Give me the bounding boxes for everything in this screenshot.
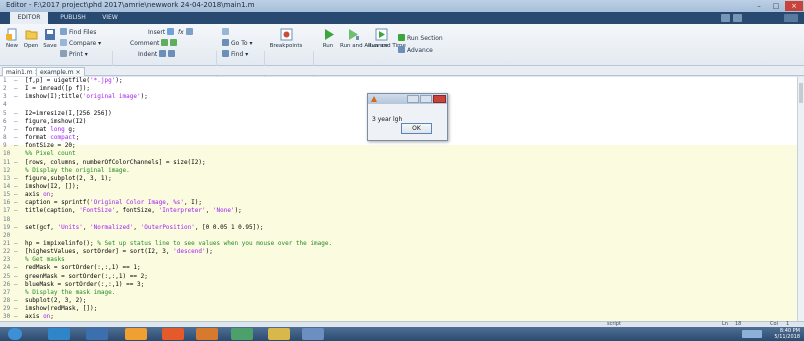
find-files-icon bbox=[60, 28, 67, 35]
system-tray-icons[interactable] bbox=[742, 330, 762, 338]
paint-icon[interactable] bbox=[302, 328, 324, 340]
file-explorer-icon[interactable] bbox=[268, 328, 290, 340]
back-forward-button[interactable] bbox=[222, 28, 231, 36]
new-file-icon bbox=[6, 28, 17, 41]
toolstrip: New Open Save Find Files Compare ▾ Print… bbox=[0, 24, 804, 88]
editor-tab-bar: main1.m × example.m × bbox=[0, 66, 804, 76]
clock-date: 5/11/2018 bbox=[774, 334, 800, 340]
insert-function-button[interactable]: fx bbox=[178, 28, 195, 36]
goto-button[interactable]: Go To ▾ bbox=[222, 39, 252, 47]
line-number: 30 bbox=[3, 313, 11, 321]
insert-icon bbox=[167, 28, 175, 35]
print-icon bbox=[60, 50, 67, 57]
tab-publish[interactable]: PUBLISH bbox=[54, 12, 92, 24]
insert-button[interactable]: Insert bbox=[148, 28, 176, 36]
quick-access-cut-icon[interactable] bbox=[733, 14, 742, 22]
chrome-icon[interactable] bbox=[125, 328, 147, 340]
dialog-close-icon[interactable] bbox=[433, 95, 446, 103]
firefox-icon[interactable] bbox=[162, 328, 184, 340]
code-text: axis on; bbox=[25, 313, 54, 321]
run-button[interactable]: Run bbox=[320, 28, 336, 49]
breakpoints-button[interactable]: Breakpoints bbox=[268, 28, 304, 49]
find-files-button[interactable]: Find Files bbox=[60, 28, 96, 36]
minimize-icon[interactable]: – bbox=[751, 1, 767, 11]
close-icon[interactable]: × bbox=[785, 1, 803, 11]
matlab-taskbar-icon[interactable] bbox=[196, 328, 218, 340]
editor-vertical-scrollbar[interactable] bbox=[797, 77, 804, 321]
spreadsheet-icon[interactable] bbox=[231, 328, 253, 340]
dialog-minimize-icon[interactable] bbox=[407, 95, 419, 103]
comment-button[interactable]: Comment bbox=[130, 39, 179, 47]
dialog-maximize-icon[interactable] bbox=[420, 95, 432, 103]
taskbar-clock[interactable]: 8:40 PM 5/11/2018 bbox=[774, 328, 800, 340]
indent-button[interactable]: Indent bbox=[138, 50, 177, 58]
fx-icon bbox=[185, 28, 193, 35]
compare-button[interactable]: Compare ▾ bbox=[60, 39, 101, 47]
compare-icon bbox=[60, 39, 67, 46]
help-icon[interactable] bbox=[784, 14, 798, 22]
uncomment-icon bbox=[170, 39, 178, 46]
maximize-icon[interactable]: □ bbox=[768, 1, 784, 11]
close-tab-icon[interactable]: × bbox=[76, 69, 81, 76]
window-title: Editor - F:\2017 project\phd 2017\amrie\… bbox=[6, 1, 255, 9]
find-button[interactable]: Find ▾ bbox=[222, 50, 248, 58]
scrollbar-thumb[interactable] bbox=[799, 83, 803, 103]
find-icon bbox=[222, 50, 229, 57]
back-arrow-icon bbox=[222, 28, 229, 35]
matlab-editor-window: Editor - F:\2017 project\phd 2017\amrie\… bbox=[0, 0, 804, 341]
windows-taskbar: 8:40 PM 5/11/2018 bbox=[0, 327, 804, 341]
dialog-message: 3 year lgh bbox=[372, 116, 403, 123]
comment-percent-icon bbox=[161, 39, 169, 46]
message-dialog: 3 year lgh OK bbox=[367, 93, 448, 141]
quick-access-save-icon[interactable] bbox=[721, 14, 730, 22]
run-advance-icon bbox=[348, 29, 359, 40]
matlab-logo-icon bbox=[371, 96, 377, 102]
advance-icon bbox=[398, 46, 405, 53]
window-title-bar: Editor - F:\2017 project\phd 2017\amrie\… bbox=[0, 0, 804, 12]
run-play-icon bbox=[324, 29, 334, 40]
tab-editor[interactable]: EDITOR bbox=[10, 12, 48, 24]
run-and-time-button[interactable]: Run and Time bbox=[368, 28, 406, 49]
ok-button[interactable]: OK bbox=[401, 123, 432, 134]
tab-view[interactable]: VIEW bbox=[95, 12, 125, 24]
folder-icon bbox=[25, 30, 37, 40]
new-button[interactable]: New bbox=[3, 28, 21, 49]
breakpoints-icon bbox=[280, 28, 292, 41]
goto-icon bbox=[222, 39, 229, 46]
breakpoint-marker[interactable]: – bbox=[14, 313, 18, 321]
outdent-icon bbox=[168, 50, 176, 57]
print-button[interactable]: Print ▾ bbox=[60, 50, 88, 58]
open-button[interactable]: Open bbox=[22, 28, 40, 49]
ribbon-tab-strip: EDITOR PUBLISH VIEW bbox=[0, 12, 804, 24]
media-player-icon[interactable] bbox=[86, 328, 108, 340]
save-button[interactable]: Save bbox=[41, 28, 59, 49]
save-disk-icon bbox=[45, 29, 55, 40]
run-section-button[interactable]: Run Section bbox=[398, 34, 443, 42]
advance-button[interactable]: Advance bbox=[398, 46, 433, 54]
run-and-advance-button[interactable]: Run and Advance bbox=[340, 28, 388, 49]
start-button-icon[interactable] bbox=[8, 328, 22, 340]
dialog-title-bar bbox=[368, 94, 447, 104]
editor-tab-example[interactable]: example.m × bbox=[36, 67, 85, 76]
indent-icon bbox=[159, 50, 167, 57]
run-time-icon bbox=[375, 28, 387, 41]
run-section-icon bbox=[398, 34, 405, 41]
code-line[interactable]: 30– axis on; bbox=[0, 313, 797, 321]
internet-explorer-icon[interactable] bbox=[48, 328, 70, 340]
